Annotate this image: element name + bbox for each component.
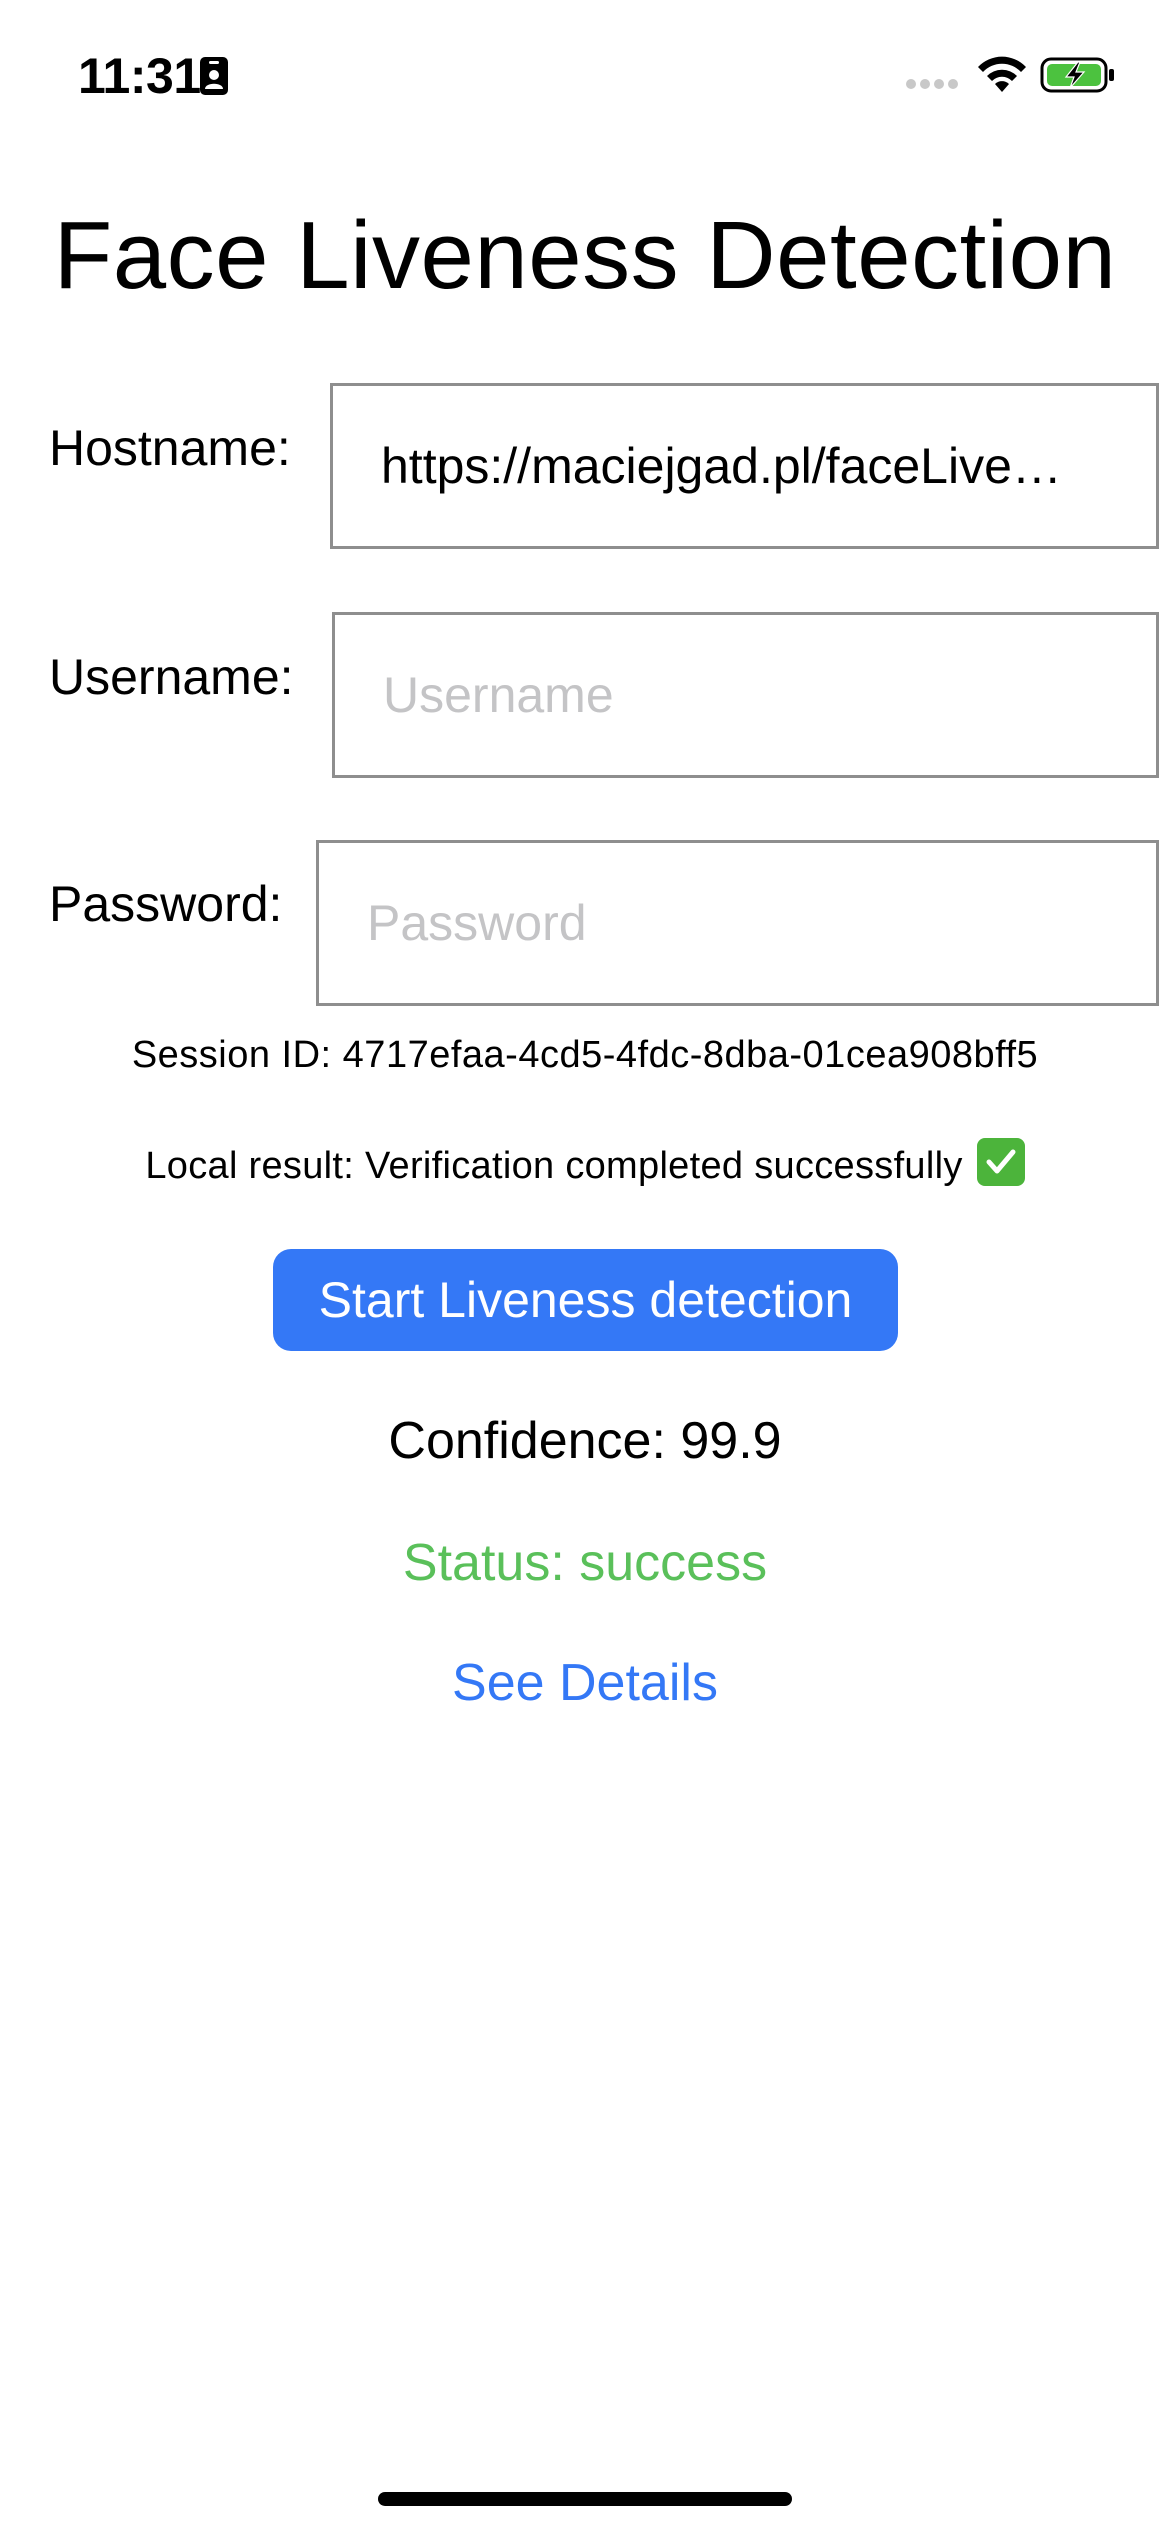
status-text: Status: success: [402, 1534, 768, 1592]
session-id-text: Session ID: 4717efaa-4cd5-4fdc-8dba-01ce…: [131, 1034, 1039, 1076]
hostname-label: Hostname:: [49, 420, 291, 476]
password-input[interactable]: [319, 843, 1156, 1003]
status-time: 11:31: [78, 48, 201, 104]
cellular-signal-icon: [906, 79, 958, 89]
local-result-row: Local result: Verification completed suc…: [0, 1138, 1170, 1191]
wifi-icon: [978, 56, 1026, 92]
check-mark-icon: [976, 1138, 1025, 1186]
username-input[interactable]: [335, 615, 1156, 775]
username-label: Username:: [49, 649, 294, 705]
hostname-field-box: [330, 383, 1159, 549]
hostname-input[interactable]: [333, 386, 1156, 546]
confidence-text: Confidence: 99.9: [388, 1412, 782, 1470]
password-field-box: [316, 840, 1159, 1006]
password-label: Password:: [49, 876, 283, 932]
battery-charging-icon: [1040, 57, 1114, 93]
home-indicator[interactable]: [378, 2492, 792, 2506]
id-card-icon: [200, 57, 228, 95]
see-details-link[interactable]: See Details: [0, 1652, 1170, 1714]
username-field-box: [332, 612, 1159, 778]
page-title: Face Liveness Detection: [53, 202, 1117, 309]
local-result-text: Local result: Verification completed suc…: [145, 1145, 963, 1187]
start-liveness-button[interactable]: Start Liveness detection: [273, 1249, 898, 1351]
